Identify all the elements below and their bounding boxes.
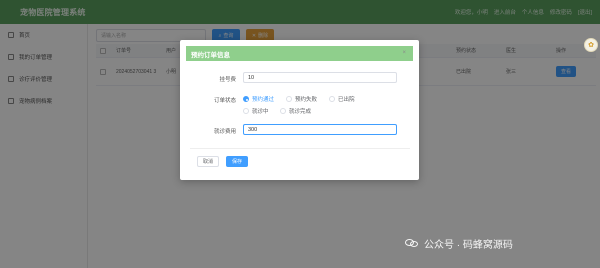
radio-dot	[280, 108, 286, 114]
dialog-header: 预约订单信息 ×	[186, 46, 413, 61]
watermark: 公众号 · 码蜂窝源码	[405, 236, 513, 251]
radio-dot	[243, 96, 249, 102]
radio-label: 就诊完成	[289, 109, 312, 115]
fee-label: 挂号费	[219, 77, 236, 83]
radio-dot	[329, 96, 335, 102]
radio-label: 预约失败	[295, 97, 318, 103]
status-label: 订单状态	[213, 98, 236, 104]
radio-label: 就诊中	[252, 109, 269, 115]
radio-dot	[243, 108, 249, 114]
radio-discharged[interactable]: 已出院	[329, 95, 355, 103]
save-button[interactable]: 保存	[226, 156, 248, 167]
cost-label: 就诊费用	[213, 129, 236, 135]
dialog-title: 预约订单信息	[191, 51, 230, 59]
fee-field[interactable]: 10	[243, 72, 397, 83]
cost-field[interactable]: 300	[243, 124, 397, 135]
radio-completed[interactable]: 就诊完成	[280, 107, 311, 115]
wechat-icon	[405, 238, 419, 249]
close-icon[interactable]: ×	[402, 50, 406, 56]
radio-dot	[286, 96, 292, 102]
radio-failed[interactable]: 预约失败	[286, 95, 317, 103]
cancel-button[interactable]: 取消	[197, 156, 219, 167]
watermark-text: 公众号 · 码蜂窝源码	[424, 240, 513, 251]
radio-approved[interactable]: 预约通过	[243, 95, 274, 103]
radio-label: 预约通过	[252, 97, 275, 103]
radio-in-treatment[interactable]: 就诊中	[243, 107, 269, 115]
flower-icon[interactable]: ✿	[584, 38, 598, 52]
radio-label: 已出院	[338, 97, 355, 103]
dialog-divider	[190, 148, 410, 149]
